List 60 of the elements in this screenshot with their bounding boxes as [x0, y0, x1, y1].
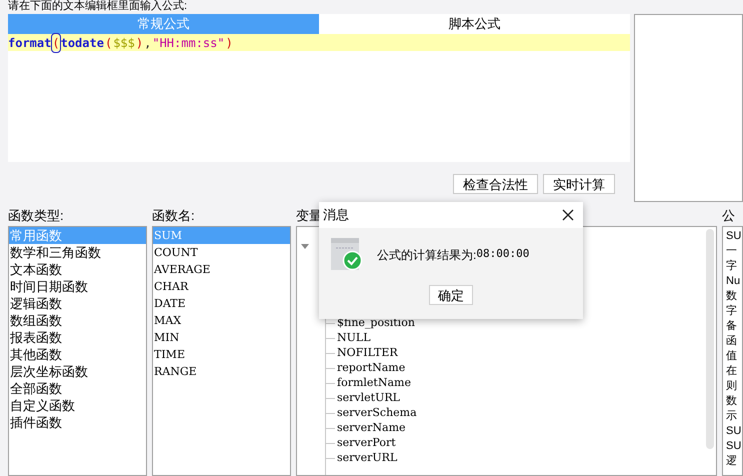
action-button[interactable]: 实时计算	[543, 174, 616, 194]
description-line: 一	[726, 244, 738, 259]
tree-item[interactable]: serverSchema	[337, 405, 417, 422]
description-line: 字	[726, 304, 738, 319]
description-line: 函	[726, 334, 738, 349]
close-icon[interactable]	[561, 208, 575, 222]
tree-item[interactable]: NOFILTER	[337, 345, 398, 362]
tree-item[interactable]: serverName	[337, 420, 406, 437]
description-line: 数	[726, 289, 738, 304]
panel-label: 函数名:	[152, 207, 195, 225]
list-item[interactable]: 逻辑函数	[9, 295, 146, 312]
description-line: SU	[726, 439, 742, 454]
description-line: 示	[726, 409, 738, 424]
scrollbar[interactable]	[706, 229, 714, 449]
dialog-title: 消息	[323, 206, 349, 224]
list-item[interactable]: 自定义函数	[9, 397, 146, 414]
tree-item[interactable]: formletName	[337, 375, 411, 392]
list-item[interactable]: TIME	[153, 346, 290, 363]
list-item[interactable]: AVERAGE	[153, 261, 290, 278]
list-item[interactable]: 全部函数	[9, 380, 146, 397]
list-item[interactable]: 数学和三角函数	[9, 244, 146, 261]
list-item[interactable]: 数组函数	[9, 312, 146, 329]
formula-editor[interactable]: 常规公式 脚本公式 format(todate($$$),"HH:mm:ss")	[8, 14, 630, 162]
list-item[interactable]: 文本函数	[9, 261, 146, 278]
list-item[interactable]: 时间日期函数	[9, 278, 146, 295]
description-line: 备	[726, 319, 738, 334]
tree-item[interactable]: servletURL	[337, 390, 400, 407]
tree-item[interactable]: serverURL	[337, 450, 398, 467]
success-icon	[331, 238, 363, 271]
list-item[interactable]: DATE	[153, 295, 290, 312]
description-line: 字	[726, 259, 738, 274]
list-item[interactable]: MAX	[153, 312, 290, 329]
tree-item[interactable]: serverPort	[337, 435, 396, 452]
list-item[interactable]: MIN	[153, 329, 290, 346]
panel-label: 函数类型:	[8, 207, 64, 225]
list-item[interactable]: 报表函数	[9, 329, 146, 346]
ok-button[interactable]: 确定	[429, 285, 473, 305]
tree-item[interactable]: NULL	[337, 330, 371, 347]
description-line: 数	[726, 394, 738, 409]
prompt-text: 请在下面的文本编辑框里面输入公式:	[8, 0, 188, 13]
panel-label: 公	[722, 207, 735, 225]
dialog-message: 公式的计算结果为:	[377, 246, 476, 264]
tree-item[interactable]: reportName	[337, 360, 406, 377]
description-line: SU	[726, 229, 742, 244]
action-button[interactable]: 检查合法性	[453, 174, 538, 194]
list-item[interactable]: 层次坐标函数	[9, 363, 146, 380]
tree-item[interactable]: $fine_position	[337, 315, 415, 332]
list-item[interactable]: 插件函数	[9, 414, 146, 431]
description-line: 逻	[726, 454, 738, 469]
description-line: 在	[726, 364, 738, 379]
expand-arrow-icon[interactable]	[301, 244, 309, 249]
list-item[interactable]: 其他函数	[9, 346, 146, 363]
list-item[interactable]: CHAR	[153, 278, 290, 295]
list-item[interactable]: RANGE	[153, 363, 290, 380]
result-value: 08:00:00	[476, 246, 530, 262]
description-line: SU	[726, 424, 742, 439]
description-line: 值	[726, 349, 738, 364]
description-line: Nu	[726, 274, 742, 289]
list-item[interactable]: COUNT	[153, 244, 290, 261]
description-line: 则	[726, 379, 738, 394]
